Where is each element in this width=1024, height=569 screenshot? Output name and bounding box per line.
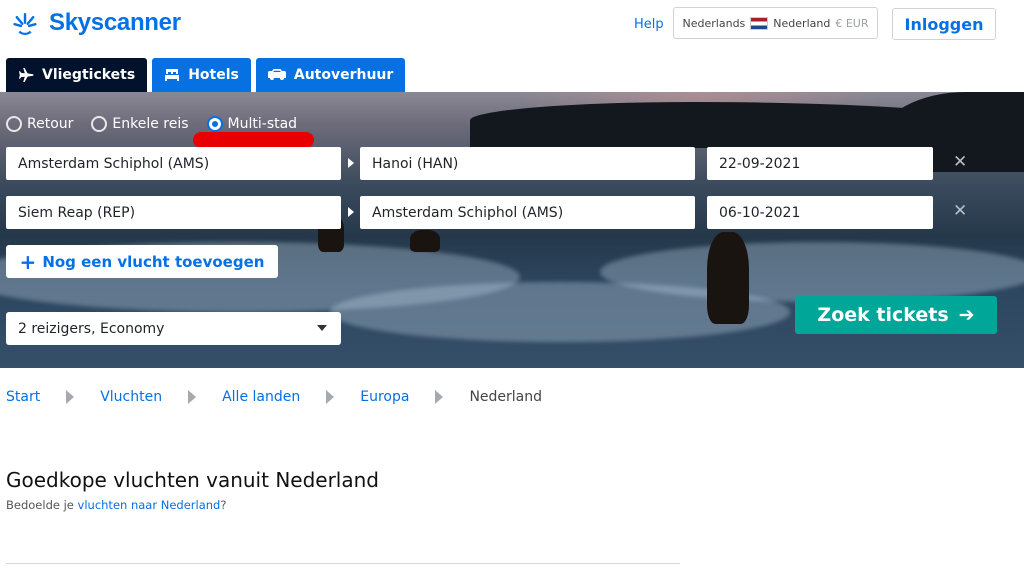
did-you-mean-suffix: ? — [220, 498, 227, 512]
leg1-date-input[interactable]: 22-09-2021 — [707, 147, 933, 180]
trip-type-one-way[interactable]: Enkele reis — [91, 116, 189, 132]
trip-type-group: Retour Enkele reis Multi-stad — [6, 116, 297, 132]
sunrise-logo-icon — [13, 13, 37, 35]
brand-name: Skyscanner — [49, 9, 181, 36]
chevron-down-icon — [317, 325, 327, 331]
add-flight-button[interactable]: + Nog een vlucht toevoegen — [6, 245, 278, 278]
search-tickets-button[interactable]: Zoek tickets ➔ — [795, 296, 997, 334]
leg2-destination-input[interactable]: Amsterdam Schiphol (AMS) — [360, 196, 695, 229]
leg1-destination-input[interactable]: Hanoi (HAN) — [360, 147, 695, 180]
help-link[interactable]: Help — [634, 17, 664, 32]
travellers-value: 2 reizigers, Economy — [18, 320, 165, 337]
currency-label: € EUR — [835, 16, 869, 30]
breadcrumb-flights[interactable]: Vluchten — [100, 389, 162, 405]
trip-type-one-way-label: Enkele reis — [112, 116, 189, 132]
breadcrumb-netherlands: Nederland — [469, 389, 543, 405]
trip-type-return[interactable]: Retour — [6, 116, 73, 132]
arrow-right-icon — [348, 158, 354, 168]
login-button[interactable]: Inloggen — [892, 8, 996, 40]
leg2-date-input[interactable]: 06-10-2021 — [707, 196, 933, 229]
flights-to-netherlands-link[interactable]: vluchten naar Nederland — [78, 498, 221, 512]
breadcrumb-chevron-icon — [188, 390, 197, 404]
locale-selector[interactable]: Nederlands Nederland € EUR — [673, 7, 878, 39]
tab-hotels[interactable]: Hotels — [152, 58, 251, 92]
tab-flights[interactable]: Vliegtickets — [6, 58, 148, 92]
country-label: Nederland — [773, 16, 831, 30]
leg2-remove-icon[interactable]: ✕ — [953, 201, 967, 221]
leg1-remove-icon[interactable]: ✕ — [953, 152, 967, 172]
trip-type-return-label: Retour — [27, 116, 74, 132]
leg2-origin-input[interactable]: Siem Reap (REP) — [6, 196, 341, 229]
breadcrumb-start[interactable]: Start — [6, 389, 40, 405]
radio-icon — [91, 116, 108, 132]
car-icon — [267, 69, 286, 80]
swimmer-figure — [410, 230, 440, 252]
trip-type-multi-city-label: Multi-stad — [227, 116, 298, 132]
skyscanner-logo[interactable]: Skyscanner — [6, 8, 181, 38]
radio-icon — [6, 116, 22, 132]
trip-type-multi-city[interactable]: Multi-stad — [206, 116, 298, 132]
arrow-right-icon: ➔ — [958, 304, 975, 326]
tab-car-hire[interactable]: Autoverhuur — [255, 58, 406, 92]
language-label: Nederlands — [682, 16, 746, 30]
arrow-right-icon — [348, 207, 354, 217]
did-you-mean-prefix: Bedoelde je — [6, 498, 74, 512]
radio-checked-icon — [206, 116, 223, 132]
did-you-mean-text: Bedoelde je vluchten naar Nederland? — [6, 498, 226, 512]
plane-icon — [19, 68, 34, 82]
search-tickets-label: Zoek tickets — [817, 304, 949, 326]
add-flight-label: Nog een vlucht toevoegen — [42, 252, 265, 271]
breadcrumb: Start Vluchten Alle landen Europa Nederl… — [6, 389, 542, 405]
swimmer-figure — [707, 232, 749, 324]
page-title: Goedkope vluchten vanuit Nederland — [6, 468, 379, 492]
breadcrumb-all-countries[interactable]: Alle landen — [222, 389, 300, 405]
annotation-highlight-underline — [193, 132, 314, 148]
plus-icon: + — [19, 249, 37, 274]
netherlands-flag-icon — [750, 16, 769, 30]
divider — [6, 563, 680, 564]
bed-icon — [165, 69, 180, 81]
breadcrumb-europe[interactable]: Europa — [360, 389, 409, 405]
tab-flights-label: Vliegtickets — [42, 67, 136, 83]
wave-foam — [600, 242, 1024, 302]
tab-hotels-label: Hotels — [188, 67, 239, 83]
breadcrumb-chevron-icon — [326, 390, 335, 404]
travellers-cabin-select[interactable]: 2 reizigers, Economy — [6, 312, 341, 345]
product-tabs: Vliegtickets Hotels Autoverhuur — [6, 58, 406, 92]
breadcrumb-chevron-icon — [66, 390, 75, 404]
tab-car-hire-label: Autoverhuur — [293, 67, 394, 83]
leg1-origin-input[interactable]: Amsterdam Schiphol (AMS) — [6, 147, 341, 180]
search-hero: Retour Enkele reis Multi-stad Amsterdam … — [0, 92, 1024, 368]
breadcrumb-chevron-icon — [435, 390, 444, 404]
